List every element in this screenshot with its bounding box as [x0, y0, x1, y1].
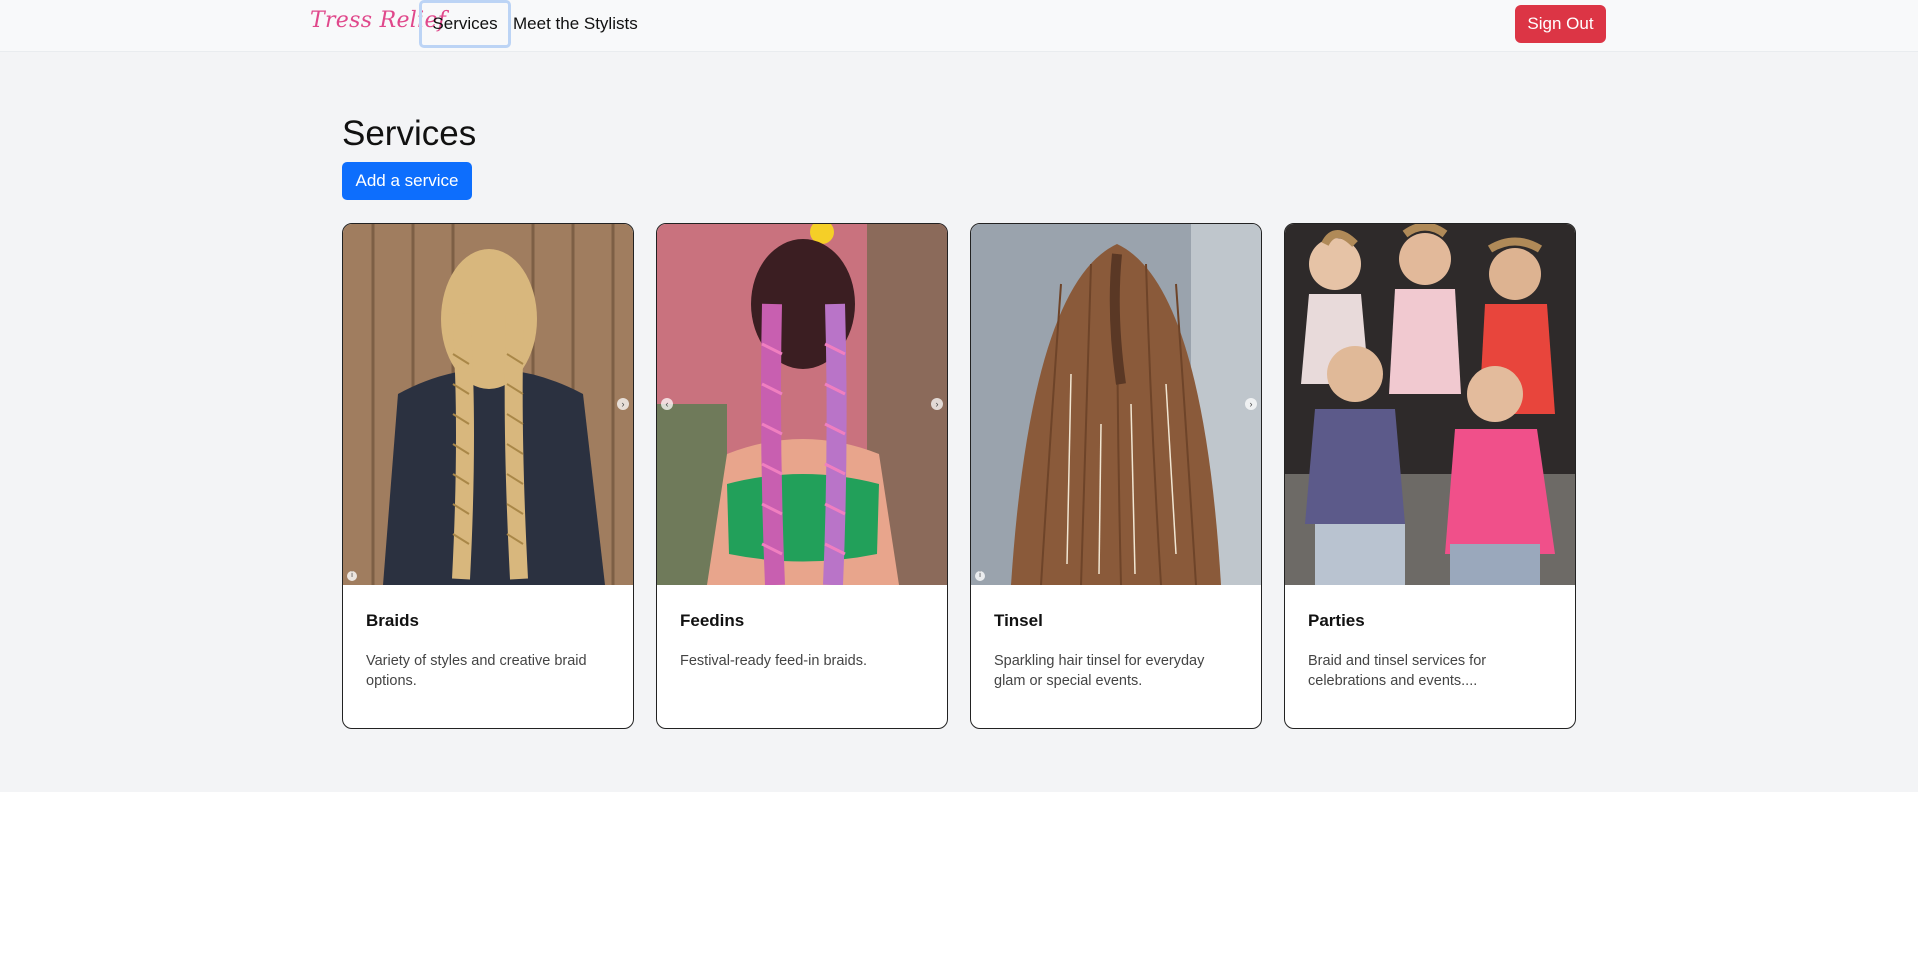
card-description: Sparkling hair tinsel for everyday glam … [994, 653, 1205, 689]
nav-stylists-link[interactable]: Meet the Stylists [505, 3, 646, 45]
service-card-braids[interactable]: › i Braids Variety of styles and creativ… [342, 223, 634, 729]
main-content: Services Add a service › i Braids Variet… [0, 52, 1918, 792]
info-icon: i [347, 571, 357, 581]
card-body: Braids Variety of styles and creative br… [343, 585, 633, 691]
card-title: Feedins [680, 611, 745, 630]
top-navbar: Tress Relief Services Meet the Stylists … [0, 0, 1918, 52]
nav-services-link[interactable]: Services [419, 0, 511, 48]
sign-out-button[interactable]: Sign Out [1515, 5, 1606, 43]
carousel-prev-icon[interactable]: ‹ [661, 398, 673, 410]
page-title: Services [342, 114, 477, 153]
card-title: Tinsel [994, 611, 1043, 630]
service-card-tinsel[interactable]: › i Tinsel Sparkling hair tinsel for eve… [970, 223, 1262, 729]
service-image-braids: › i [343, 224, 633, 585]
add-service-button[interactable]: Add a service [342, 162, 472, 200]
card-body: Feedins Festival-ready feed-in braids. [657, 585, 947, 671]
service-image-parties [1285, 224, 1575, 585]
card-body: Tinsel Sparkling hair tinsel for everyda… [971, 585, 1261, 691]
service-card-parties[interactable]: Parties Braid and tinsel services for ce… [1284, 223, 1576, 729]
carousel-next-icon[interactable]: › [931, 398, 943, 410]
service-image-tinsel: › i [971, 224, 1261, 585]
card-description: Braid and tinsel services for celebratio… [1308, 653, 1487, 689]
service-image-feedins: ‹ › [657, 224, 947, 585]
info-icon: i [975, 571, 985, 581]
card-description: Festival-ready feed-in braids. [680, 653, 867, 669]
card-description: Variety of styles and creative braid opt… [366, 653, 587, 689]
card-title: Braids [366, 611, 419, 630]
carousel-next-icon[interactable]: › [1245, 398, 1257, 410]
card-title: Parties [1308, 611, 1365, 630]
carousel-next-icon[interactable]: › [617, 398, 629, 410]
service-card-feedins[interactable]: ‹ › Feedins Festival-ready feed-in braid… [656, 223, 948, 729]
card-body: Parties Braid and tinsel services for ce… [1285, 585, 1575, 691]
